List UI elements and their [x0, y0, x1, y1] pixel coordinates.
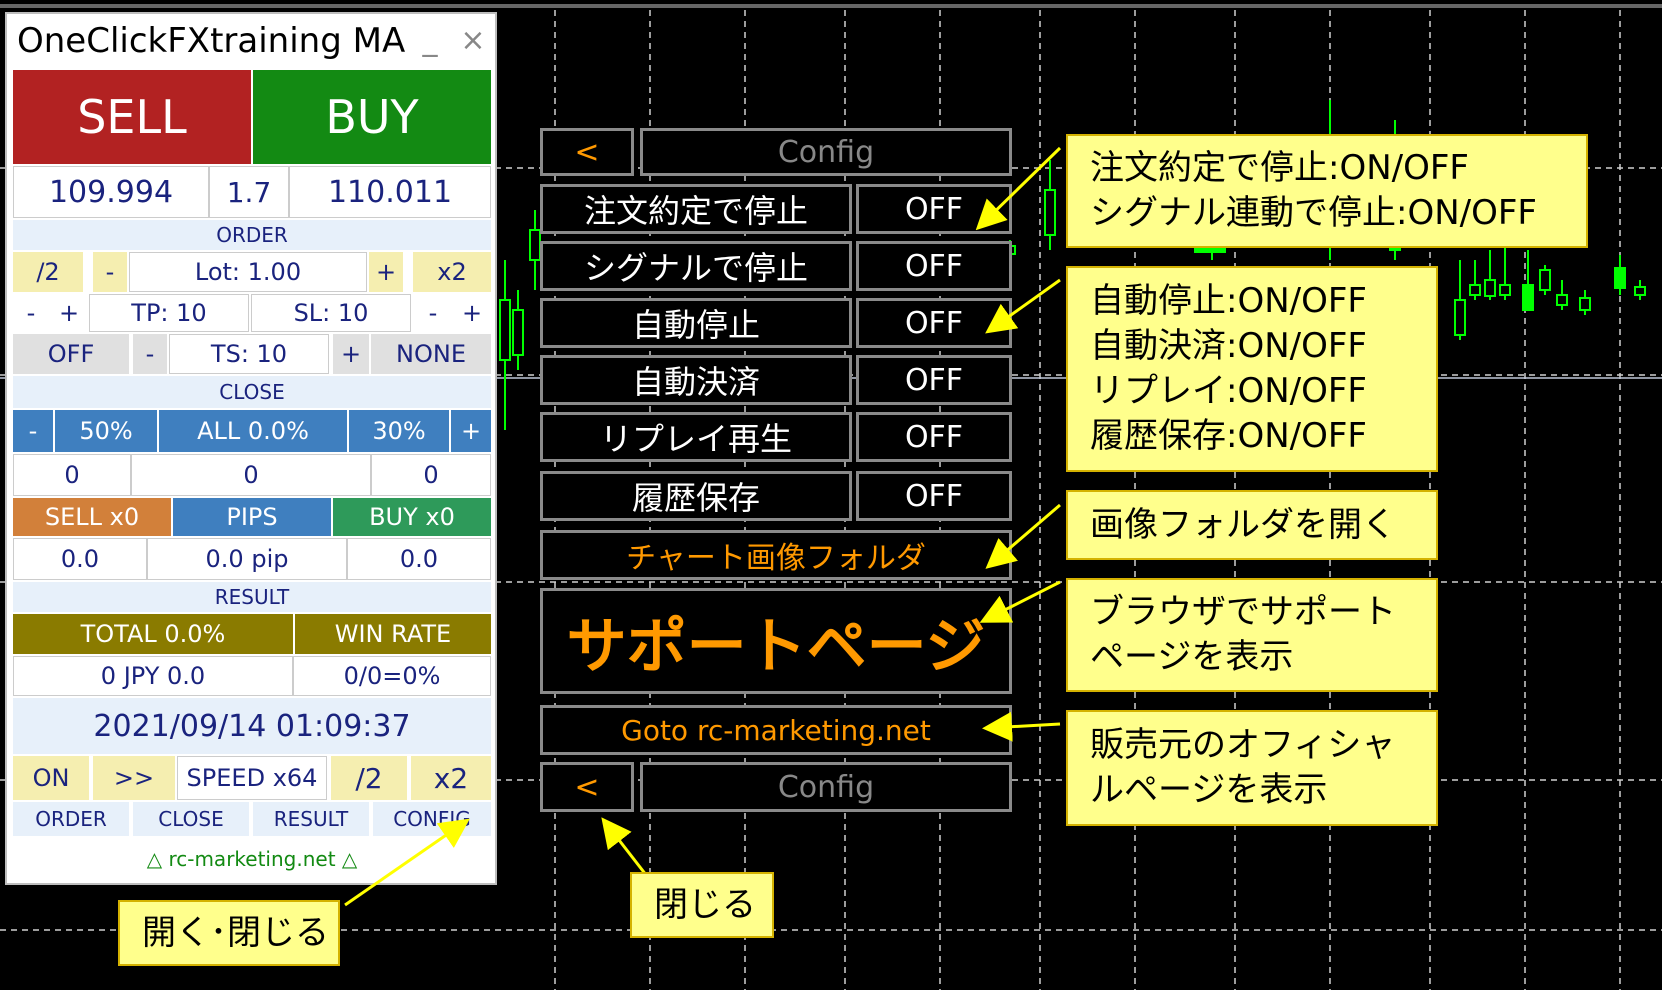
- callout-official-page: 販売元のオフィシャ ルページを表示: [1066, 710, 1438, 826]
- callout-close: 閉じる: [630, 872, 774, 938]
- callout-line: 販売元のオフィシャ: [1090, 725, 1396, 765]
- callout-line: 閉じる: [654, 884, 756, 925]
- callout-line: リプレイ:ON/OFF: [1090, 371, 1367, 411]
- callout-line: ページを表示: [1090, 637, 1294, 677]
- callout-order-signal-stop: 注文約定で停止:ON/OFF シグナル連動で停止:ON/OFF: [1066, 134, 1588, 248]
- callout-auto-settings: 自動停止:ON/OFF 自動決済:ON/OFF リプレイ:ON/OFF 履歴保存…: [1066, 266, 1438, 472]
- callout-line: 注文約定で停止:ON/OFF: [1090, 148, 1469, 188]
- callout-line: 開く･閉じる: [142, 912, 329, 953]
- callout-line: ルページを表示: [1090, 770, 1328, 810]
- callout-line: 自動決済:ON/OFF: [1090, 326, 1367, 366]
- callout-open-close: 開く･閉じる: [118, 900, 340, 966]
- callout-line: 自動停止:ON/OFF: [1090, 281, 1367, 321]
- callout-support-page: ブラウザでサポート ページを表示: [1066, 578, 1438, 692]
- callout-line: シグナル連動で停止:ON/OFF: [1090, 193, 1537, 233]
- callout-line: 履歴保存:ON/OFF: [1090, 416, 1367, 456]
- callout-image-folder: 画像フォルダを開く: [1066, 490, 1438, 560]
- callout-line: 画像フォルダを開く: [1090, 504, 1396, 545]
- callout-line: ブラウザでサポート: [1090, 592, 1396, 632]
